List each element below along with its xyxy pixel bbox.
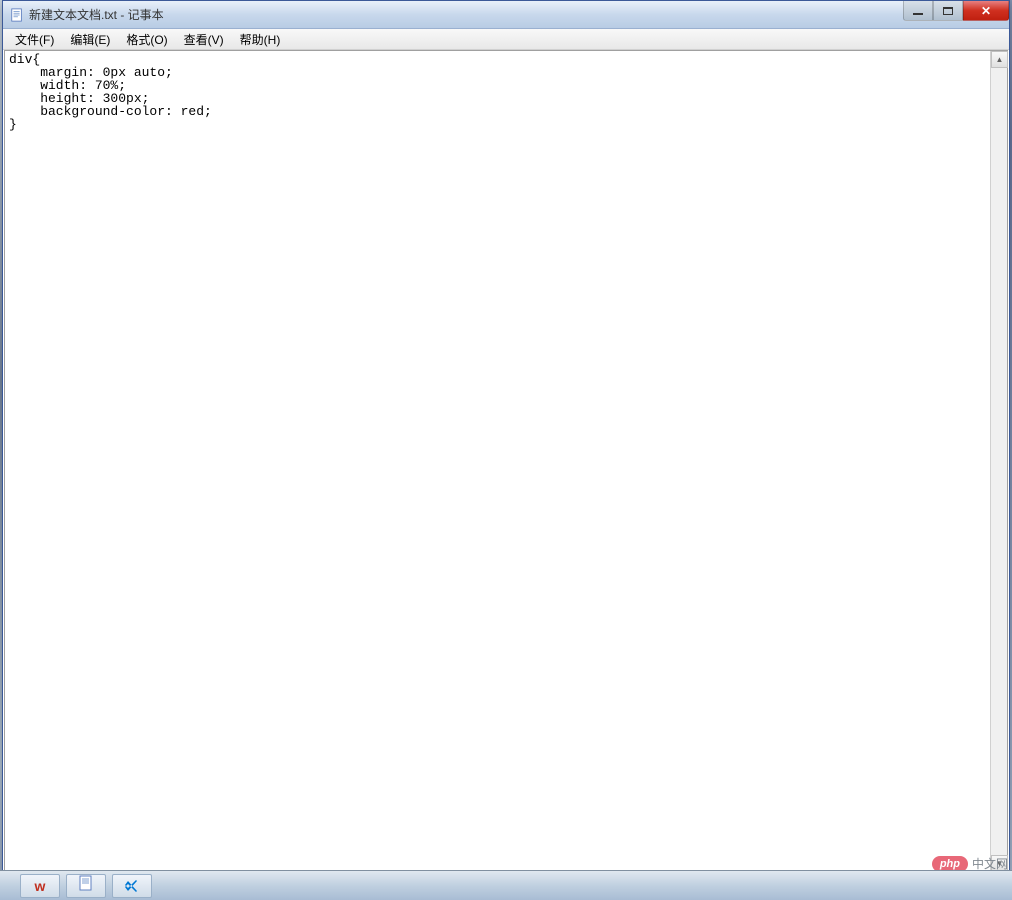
maximize-button[interactable] — [933, 1, 963, 21]
notepad-taskbar-icon — [78, 875, 94, 896]
window-title: 新建文本文档.txt - 记事本 — [29, 6, 164, 23]
notepad-window: 新建文本文档.txt - 记事本 ✕ 文件(F) 编辑(E) 格式(O) 查看(… — [2, 0, 1010, 875]
menu-format[interactable]: 格式(O) — [118, 29, 175, 50]
close-button[interactable]: ✕ — [963, 1, 1009, 21]
taskbar: w — [0, 870, 1012, 900]
minimize-icon — [913, 13, 923, 15]
notepad-icon — [9, 7, 25, 23]
menu-file[interactable]: 文件(F) — [7, 29, 62, 50]
taskbar-notepad[interactable] — [66, 874, 106, 898]
menu-help[interactable]: 帮助(H) — [232, 29, 289, 50]
titlebar[interactable]: 新建文本文档.txt - 记事本 ✕ — [3, 1, 1009, 29]
text-editor[interactable]: div{ margin: 0px auto; width: 70%; heigh… — [5, 51, 990, 872]
menu-edit[interactable]: 编辑(E) — [62, 29, 118, 50]
vertical-scrollbar[interactable]: ▲ ▼ — [990, 51, 1007, 872]
scroll-up-arrow[interactable]: ▲ — [991, 51, 1008, 68]
vscode-icon — [124, 878, 140, 894]
taskbar-vscode[interactable] — [112, 874, 152, 898]
menu-view[interactable]: 查看(V) — [176, 29, 232, 50]
taskbar-wps[interactable]: w — [20, 874, 60, 898]
window-controls: ✕ — [903, 1, 1009, 21]
maximize-icon — [943, 7, 953, 15]
wps-icon: w — [35, 878, 46, 894]
close-icon: ✕ — [981, 4, 991, 18]
menubar: 文件(F) 编辑(E) 格式(O) 查看(V) 帮助(H) — [3, 29, 1009, 50]
minimize-button[interactable] — [903, 1, 933, 21]
editor-area: div{ margin: 0px auto; width: 70%; heigh… — [4, 50, 1008, 873]
